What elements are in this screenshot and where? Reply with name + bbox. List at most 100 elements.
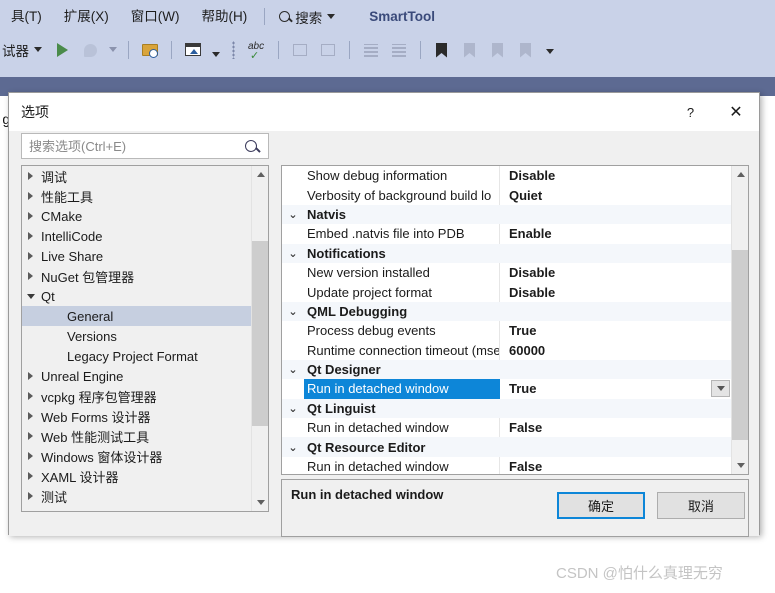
property-category-row[interactable]: ⌄ Qt Resource Editor [282, 437, 731, 457]
property-value[interactable]: Disable [500, 265, 731, 280]
scroll-up-icon[interactable] [252, 166, 268, 183]
toggle-bookmark-icon[interactable] [431, 39, 453, 61]
ide-search-label: 搜索 [295, 10, 323, 26]
chevron-right-icon[interactable] [22, 252, 39, 260]
drag-handle-dots-icon[interactable] [228, 39, 240, 61]
clear-bookmarks-icon [515, 39, 537, 61]
close-button[interactable]: ✕ [713, 93, 759, 131]
property-category-row[interactable]: ⌄ Qt Linguist [282, 398, 731, 419]
property-category-row[interactable]: ⌄ Notifications [282, 243, 731, 263]
tree-scrollbar[interactable] [251, 166, 268, 511]
help-button[interactable]: ? [668, 93, 713, 131]
chevron-down-icon[interactable] [109, 47, 117, 52]
tree-item[interactable]: 调试 [22, 166, 251, 186]
tree-item[interactable]: Web Forms 设计器 [22, 406, 251, 426]
chevron-right-icon[interactable] [22, 212, 39, 220]
debugger-target-label[interactable]: 试器 [2, 40, 29, 60]
cancel-button[interactable]: 取消 [657, 492, 745, 519]
scroll-down-icon[interactable] [732, 457, 748, 474]
options-property-grid[interactable]: Show debug information Disable Verbosity o… [281, 165, 749, 475]
chevron-right-icon[interactable] [22, 192, 39, 200]
tree-item[interactable]: Unreal Engine [22, 366, 251, 386]
tree-item[interactable]: Legacy Project Format [22, 346, 251, 366]
tree-item[interactable]: Versions [22, 326, 251, 346]
property-row[interactable]: Run in detached window False [282, 456, 731, 474]
property-category-row[interactable]: ⌄ QML Debugging [282, 301, 731, 322]
chevron-right-icon[interactable] [22, 412, 39, 420]
property-value[interactable]: Enable [500, 226, 731, 241]
window-layout-icon[interactable] [182, 39, 204, 61]
toolbar-divider [171, 40, 172, 59]
menu-item-extensions[interactable]: 扩展(X) [53, 0, 120, 33]
chevron-right-icon[interactable] [22, 272, 39, 280]
tree-item-label: Legacy Project Format [67, 348, 198, 364]
chevron-down-icon[interactable] [22, 293, 39, 299]
chevron-right-icon[interactable] [22, 452, 39, 460]
tree-item[interactable]: Web 性能测试工具 [22, 426, 251, 446]
property-row[interactable]: Process debug events True [282, 321, 731, 341]
property-row[interactable]: Embed .natvis file into PDB Enable [282, 224, 731, 244]
property-category-row[interactable]: ⌄ Natvis [282, 204, 731, 225]
tree-item[interactable]: Qt [22, 286, 251, 306]
chevron-down-icon[interactable]: ⌄ [282, 402, 304, 415]
scroll-up-icon[interactable] [732, 166, 748, 183]
search-input[interactable] [22, 137, 245, 155]
ok-button[interactable]: 确定 [557, 492, 645, 519]
chevron-down-icon[interactable]: ⌄ [282, 247, 304, 260]
property-name: New version installed [304, 262, 500, 283]
property-value[interactable]: True [500, 323, 731, 338]
menu-item-window[interactable]: 窗口(W) [120, 0, 191, 33]
property-value[interactable]: 60000 [500, 343, 731, 358]
property-row[interactable]: Runtime connection timeout (mse 60000 [282, 340, 731, 360]
chevron-right-icon[interactable] [22, 172, 39, 180]
property-value[interactable]: False [500, 420, 731, 435]
chevron-right-icon[interactable] [22, 372, 39, 380]
property-row[interactable]: New version installed Disable [282, 262, 731, 283]
property-name: Notifications [307, 245, 386, 261]
chevron-down-icon[interactable]: ⌄ [282, 363, 304, 376]
tree-item[interactable]: IntelliCode [22, 226, 251, 246]
tree-scrollbar-thumb[interactable] [252, 241, 268, 426]
property-row[interactable]: Run in detached window False [282, 418, 731, 438]
chevron-down-icon[interactable]: ⌄ [282, 305, 304, 318]
property-value[interactable]: Quiet [500, 188, 731, 203]
search-icon[interactable] [245, 140, 257, 152]
property-row[interactable]: Run in detached window True [282, 379, 731, 399]
chevron-down-icon[interactable]: ⌄ [282, 208, 304, 221]
property-grid-scrollbar[interactable] [731, 166, 748, 474]
property-value[interactable]: True [500, 381, 731, 396]
chevron-down-icon[interactable]: ⌄ [282, 441, 304, 454]
menu-item-help[interactable]: 帮助(H) [190, 0, 258, 33]
toolbar-overflow-icon[interactable] [543, 39, 557, 61]
property-value-dropdown[interactable] [711, 380, 730, 398]
start-debug-icon[interactable] [52, 39, 74, 61]
tree-item[interactable]: General [22, 306, 251, 326]
options-search[interactable] [21, 133, 269, 159]
property-row[interactable]: Update project format Disable [282, 282, 731, 302]
chevron-right-icon[interactable] [22, 392, 39, 400]
property-value[interactable]: Disable [500, 285, 731, 300]
ide-search-button[interactable]: 搜索 [271, 7, 343, 27]
tree-item[interactable]: Windows 窗体设计器 [22, 446, 251, 466]
options-category-tree[interactable]: 调试 性能工具 CMake IntelliCode Live Share NuGet 包管… [21, 165, 269, 512]
tree-item[interactable]: 性能工具 [22, 186, 251, 206]
overflow-icon[interactable] [210, 39, 222, 61]
search-icon [279, 11, 291, 22]
property-row[interactable]: Verbosity of background build lo Quiet [282, 185, 731, 205]
property-grid-scrollbar-thumb[interactable] [732, 250, 748, 440]
property-category-row[interactable]: ⌄ Qt Designer [282, 359, 731, 380]
chevron-right-icon[interactable] [22, 232, 39, 240]
property-value[interactable]: Disable [500, 168, 731, 183]
hot-reload-icon[interactable] [80, 39, 102, 61]
property-row[interactable]: Show debug information Disable [282, 166, 731, 186]
chevron-down-icon[interactable] [34, 47, 42, 52]
tree-item[interactable]: CMake [22, 206, 251, 226]
chevron-right-icon[interactable] [22, 432, 39, 440]
menu-item-tools[interactable]: 具(T) [0, 0, 53, 33]
tree-item[interactable]: vcpkg 程序包管理器 [22, 386, 251, 406]
tree-item[interactable]: NuGet 包管理器 [22, 266, 251, 286]
tree-item[interactable]: Live Share [22, 246, 251, 266]
folder-search-icon[interactable] [139, 39, 161, 61]
spellcheck-abc-icon[interactable]: abc ✓ [246, 39, 268, 62]
property-value[interactable]: False [500, 459, 731, 474]
